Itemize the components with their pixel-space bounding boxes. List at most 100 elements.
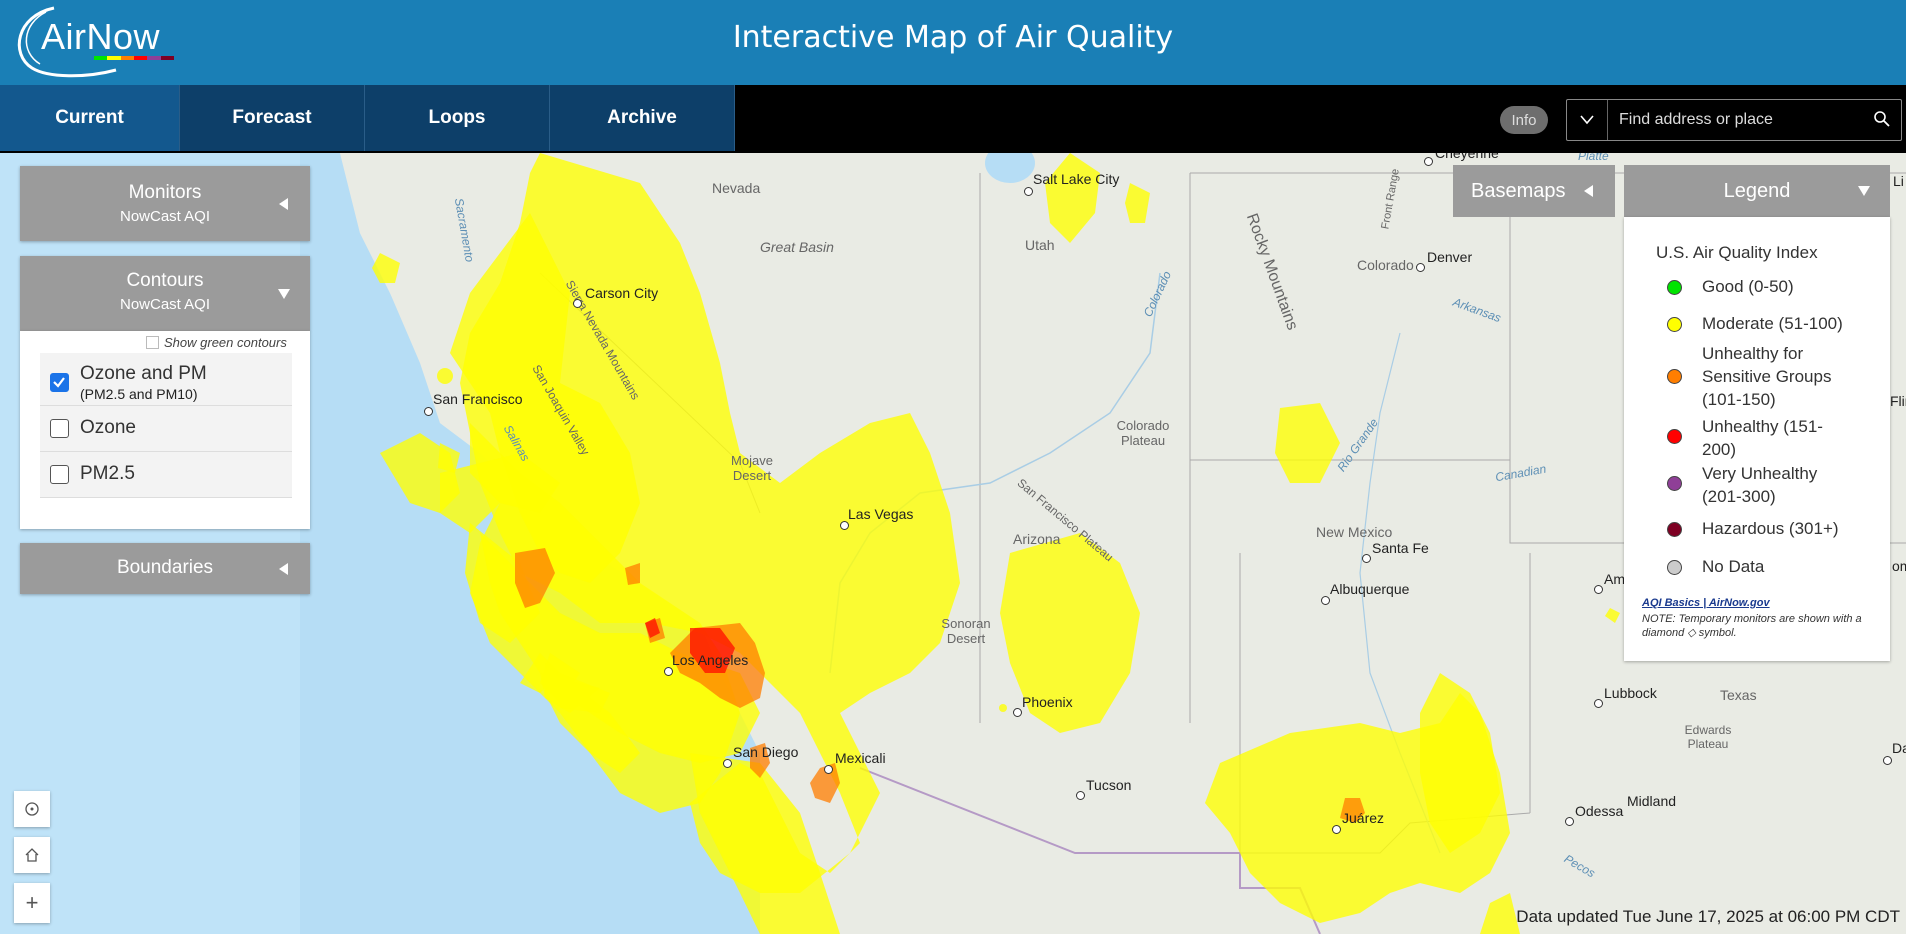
legend-swatch [1667,522,1682,537]
region-texas: Texas [1720,687,1757,703]
locate-icon [25,802,39,816]
zoom-in-button[interactable]: + [14,883,50,923]
basemaps-title: Basemaps [1471,179,1566,202]
collapse-left-icon [279,563,288,575]
info-button[interactable]: Info [1500,106,1548,134]
city-dot [1076,791,1085,800]
city-dot [1565,817,1574,826]
city-santa-fe: Santa Fe [1372,540,1429,556]
city-phoenix: Phoenix [1022,694,1073,710]
water-platte: Platte [1578,153,1609,163]
tab-archive[interactable]: Archive [550,85,735,151]
boundaries-title: Boundaries [116,557,214,578]
city-dot [824,765,833,774]
legend-item-unhealthy: Unhealthy (151-200) [1667,415,1842,461]
legend-swatch [1667,560,1682,575]
legend-item-no-data: No Data [1667,555,1852,578]
city-lubbock: Lubbock [1604,685,1657,701]
city-carson-city: Carson City [585,285,659,301]
option-sublabel: (PM2.5 and PM10) [80,386,198,402]
legend-swatch [1667,280,1682,295]
city-salt-lake-city: Salt Lake City [1033,171,1120,187]
aqi-title: U.S. Air Quality Index [1656,243,1818,262]
city-dot [1362,554,1371,563]
region-mojave-desert: Mojave Desert [731,453,773,483]
option-pm25[interactable]: PM2.5 [40,452,292,498]
legend-item-very-unhealthy: Very Unhealthy (201-300) [1667,462,1842,508]
locate-button[interactable] [14,791,50,827]
city-dot [1321,596,1330,605]
home-button[interactable] [14,837,50,873]
region-arizona: Arizona [1013,531,1061,547]
app-header: AirNow Interactive Map of Air Quality [0,0,1906,85]
option-label: Ozone and PM [80,363,207,384]
pm25-checkbox[interactable] [50,465,69,484]
legend-label: Unhealthy for Sensitive Groups (101-150) [1702,344,1832,409]
contours-subtitle: NowCast AQI [119,296,211,313]
legend-item-good: Good (0-50) [1667,275,1852,298]
checkmark-icon [53,377,65,388]
legend-label: Unhealthy (151-200) [1702,417,1823,459]
tab-current[interactable]: Current [0,85,180,151]
legend-label: Good (0-50) [1702,277,1794,296]
city-mexicali: Mexicali [835,750,886,766]
legend-swatch [1667,476,1682,491]
tab-forecast[interactable]: Forecast [180,85,365,151]
contours-title: Contours [126,270,204,291]
aqi-basics-link[interactable]: AQI Basics | AirNow.gov [1642,597,1770,609]
contours-panel-body: Show green contours Ozone and PM (PM2.5 … [20,331,310,529]
show-green-checkbox[interactable] [146,336,159,349]
city-partial-li: Li [1893,173,1904,189]
city-san-diego: San Diego [733,744,799,760]
legend-label: Very Unhealthy (201-300) [1702,464,1818,506]
option-label: PM2.5 [80,463,135,484]
chevron-down-icon [1580,115,1594,125]
search-source-dropdown[interactable] [1567,100,1608,140]
option-ozone[interactable]: Ozone [40,406,292,452]
legend-item-hazardous: Hazardous (301+) [1667,517,1852,540]
search-input[interactable] [1617,108,1861,132]
contours-panel-header[interactable]: Contours NowCast AQI [20,256,310,331]
search-icon[interactable] [1873,110,1891,128]
city-partial-am: Am [1604,571,1625,587]
city-midland: Midland [1627,793,1677,809]
city-las-vegas: Las Vegas [848,506,914,522]
tab-loops[interactable]: Loops [365,85,550,151]
show-green-contours-row[interactable]: Show green contours [146,335,287,350]
legend-panel-body: U.S. Air Quality Index Good (0-50) Moder… [1624,217,1890,661]
legend-item-moderate: Moderate (51-100) [1667,312,1862,335]
city-odessa: Odessa [1575,803,1624,819]
legend-label: Hazardous (301+) [1702,519,1839,538]
search-box [1566,99,1902,141]
city-dot [1594,585,1603,594]
city-tucson: Tucson [1086,777,1132,793]
logo-color-bar [94,56,174,60]
legend-label: No Data [1702,557,1765,576]
city-partial-flin: Flin [1890,393,1906,409]
ozone-pm-checkbox[interactable] [50,373,69,392]
data-updated-status: Data updated Tue June 17, 2025 at 06:00 … [1516,907,1900,926]
city-dot [723,759,732,768]
city-dot [1883,756,1892,765]
legend-panel-header[interactable]: Legend [1624,165,1890,217]
legend-swatch [1667,429,1682,444]
collapse-left-icon [279,198,288,210]
expand-down-icon [1858,186,1870,196]
ozone-checkbox[interactable] [50,419,69,438]
legend-item-usg: Unhealthy for Sensitive Groups (101-150) [1667,342,1852,411]
legend-note: NOTE: Temporary monitors are shown with … [1642,613,1862,639]
city-partial-om: om [1892,558,1906,574]
legend-swatch [1667,369,1682,384]
city-albuquerque: Albuquerque [1330,581,1410,597]
city-san-francisco: San Francisco [433,391,523,407]
expand-down-icon [278,289,290,299]
boundaries-panel-header[interactable]: Boundaries [20,543,310,594]
option-ozone-pm[interactable]: Ozone and PM (PM2.5 and PM10) [40,353,292,406]
monitors-panel-header[interactable]: Monitors NowCast AQI [20,166,310,241]
city-juarez: Juárez [1342,810,1385,826]
basemaps-panel-header[interactable]: Basemaps [1453,165,1615,217]
region-sonoran-desert: Sonoran Desert [941,616,991,646]
legend-label: Moderate (51-100) [1702,314,1843,333]
legend-swatch [1667,317,1682,332]
city-dot [664,667,673,676]
